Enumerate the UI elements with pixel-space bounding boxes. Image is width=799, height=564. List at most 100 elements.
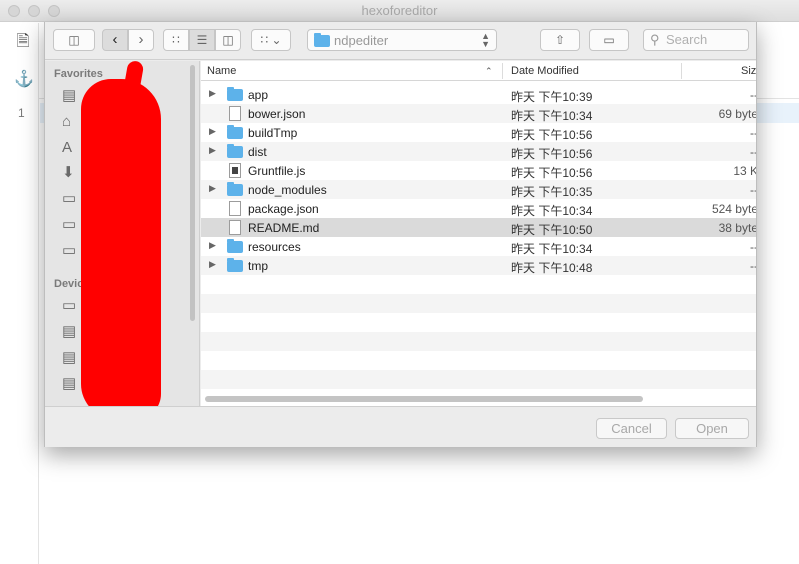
all-files-icon[interactable]: ▤ <box>62 88 76 104</box>
column-header: Name ⌃ Date Modified Siz <box>201 61 756 81</box>
path-label: ndpediter <box>334 33 389 48</box>
file-list: Name ⌃ Date Modified Siz ▶ app 昨天 下午10:39 -… <box>201 61 756 406</box>
file-date: 昨天 下午10:34 <box>511 242 593 256</box>
folder-icon <box>227 144 243 161</box>
file-row[interactable]: ▶ resources 昨天 下午10:34 -- <box>201 237 756 256</box>
disclosure-triangle-icon[interactable]: ▶ <box>209 240 216 251</box>
file-row[interactable]: package.json 昨天 下午10:34 524 byte <box>201 199 756 218</box>
file-row[interactable]: bower.json 昨天 下午10:34 69 byte <box>201 104 756 123</box>
file-name: bower.json <box>248 107 306 121</box>
home-icon[interactable]: ⌂ <box>62 114 71 130</box>
file-size: -- <box>750 126 756 140</box>
column-view-button[interactable]: ◫ <box>215 29 241 51</box>
file-row[interactable]: ▶ buildTmp 昨天 下午10:56 -- <box>201 123 756 142</box>
file-name: tmp <box>248 259 269 273</box>
file-name: package.json <box>248 202 319 216</box>
empty-row <box>201 275 756 294</box>
file-name: README.md <box>248 221 320 235</box>
sort-chevron-icon: ⌃ <box>485 66 493 76</box>
file-size: 38 byte <box>718 221 756 235</box>
file-row[interactable]: README.md 昨天 下午10:50 38 byte <box>201 218 756 237</box>
date-column-header[interactable]: Date Modified <box>511 65 579 77</box>
chevron-left-icon: ‹ <box>112 31 118 48</box>
share-button[interactable]: ⇧ <box>540 29 580 51</box>
disclosure-triangle-icon[interactable]: ▶ <box>209 145 216 156</box>
path-popup[interactable]: ndpediter ▲ ▼ <box>307 29 497 51</box>
folder-icon <box>314 33 330 47</box>
arrange-button[interactable]: ∷ ⌄ <box>251 29 291 51</box>
search-icon: ⚲ <box>650 32 660 47</box>
script-file-icon <box>227 163 241 181</box>
file-size: -- <box>750 183 756 197</box>
tags-button[interactable]: ▭ <box>589 29 629 51</box>
laptop-icon[interactable]: ▭ <box>62 298 76 314</box>
file-row[interactable]: ▶ app 昨天 下午10:39 -- <box>201 85 756 104</box>
file-size: -- <box>750 145 756 159</box>
columns-icon: ◫ <box>222 33 234 47</box>
anchor-icon[interactable]: ⚓ <box>14 71 34 89</box>
forward-button[interactable]: › <box>128 29 154 51</box>
redaction-scribble <box>81 79 161 406</box>
list-icon: ☰ <box>196 33 208 47</box>
file-row[interactable]: Gruntfile.js 昨天 下午10:56 13 K <box>201 161 756 180</box>
column-divider[interactable] <box>681 63 682 79</box>
disk-icon[interactable]: ▤ <box>62 350 76 366</box>
applications-icon[interactable]: A <box>62 140 72 156</box>
cancel-button[interactable]: Cancel <box>596 418 667 439</box>
file-row[interactable]: ▶ node_modules 昨天 下午10:35 -- <box>201 180 756 199</box>
favorites-heading: Favorites <box>54 68 103 80</box>
document-icon <box>227 106 241 124</box>
list-view-button[interactable]: ☰ <box>189 29 215 51</box>
file-date: 昨天 下午10:56 <box>511 128 593 142</box>
file-name: Gruntfile.js <box>248 164 306 178</box>
window-title: hexoforeditor <box>361 3 438 18</box>
new-file-icon[interactable]: 🗎 <box>14 33 32 51</box>
folder-icon[interactable]: ▭ <box>62 243 76 259</box>
folder-icon[interactable]: ▭ <box>62 217 76 233</box>
folder-icon[interactable]: ▭ <box>62 191 76 207</box>
sidebar-scrollbar[interactable] <box>190 65 195 321</box>
file-name: buildTmp <box>248 126 298 140</box>
chevron-right-icon: › <box>138 31 144 48</box>
disclosure-triangle-icon[interactable]: ▶ <box>209 88 216 99</box>
arrange-icon: ∷ ⌄ <box>260 33 282 47</box>
open-button[interactable]: Open <box>675 418 749 439</box>
file-date: 昨天 下午10:56 <box>511 166 593 180</box>
empty-row <box>201 332 756 351</box>
horizontal-scrollbar[interactable] <box>205 396 643 402</box>
file-date: 昨天 下午10:35 <box>511 185 593 199</box>
dialog-sidebar: Favorites ▤ ⌂ A ⬇ ▭ ▭ ▭ Devic ▭ ▤ ▤ ▤ <box>45 61 200 406</box>
disk-icon[interactable]: ▤ <box>62 376 76 392</box>
grid-icon: ∷ <box>172 33 180 47</box>
open-file-dialog: ◫ ‹ › ∷ ☰ ◫ ∷ ⌄ ndpediter ▲ ▼ ⇧ ▭ ⚲ Sear… <box>44 22 757 447</box>
file-date: 昨天 下午10:34 <box>511 109 593 123</box>
size-column-header[interactable]: Siz <box>741 65 756 77</box>
file-row[interactable]: ▶ dist 昨天 下午10:56 -- <box>201 142 756 161</box>
empty-row <box>201 351 756 370</box>
window-titlebar: hexoforeditor <box>0 0 799 22</box>
dialog-footer: Cancel Open <box>45 406 756 447</box>
file-row[interactable]: ▶ tmp 昨天 下午10:48 -- <box>201 256 756 275</box>
column-divider[interactable] <box>502 63 503 79</box>
file-size: 13 K <box>733 164 756 178</box>
downloads-icon[interactable]: ⬇ <box>62 165 75 181</box>
updown-chevron-icon: ▲ ▼ <box>481 31 490 49</box>
folder-icon <box>227 87 243 104</box>
search-input[interactable]: ⚲ Search <box>643 29 749 51</box>
line-number: 1 <box>18 106 25 120</box>
disclosure-triangle-icon[interactable]: ▶ <box>209 183 216 194</box>
document-icon <box>227 201 241 219</box>
devices-heading: Devic <box>54 278 84 290</box>
disclosure-triangle-icon[interactable]: ▶ <box>209 126 216 137</box>
file-date: 昨天 下午10:56 <box>511 147 593 161</box>
disk-icon[interactable]: ▤ <box>62 324 76 340</box>
file-name: dist <box>248 145 267 159</box>
file-name: node_modules <box>248 183 327 197</box>
icon-view-button[interactable]: ∷ <box>163 29 189 51</box>
name-column-header[interactable]: Name <box>207 65 236 77</box>
file-name: resources <box>248 240 301 254</box>
file-name: app <box>248 88 269 102</box>
disclosure-triangle-icon[interactable]: ▶ <box>209 259 216 270</box>
sidebar-toggle-button[interactable]: ◫ <box>53 29 95 51</box>
back-button[interactable]: ‹ <box>102 29 128 51</box>
